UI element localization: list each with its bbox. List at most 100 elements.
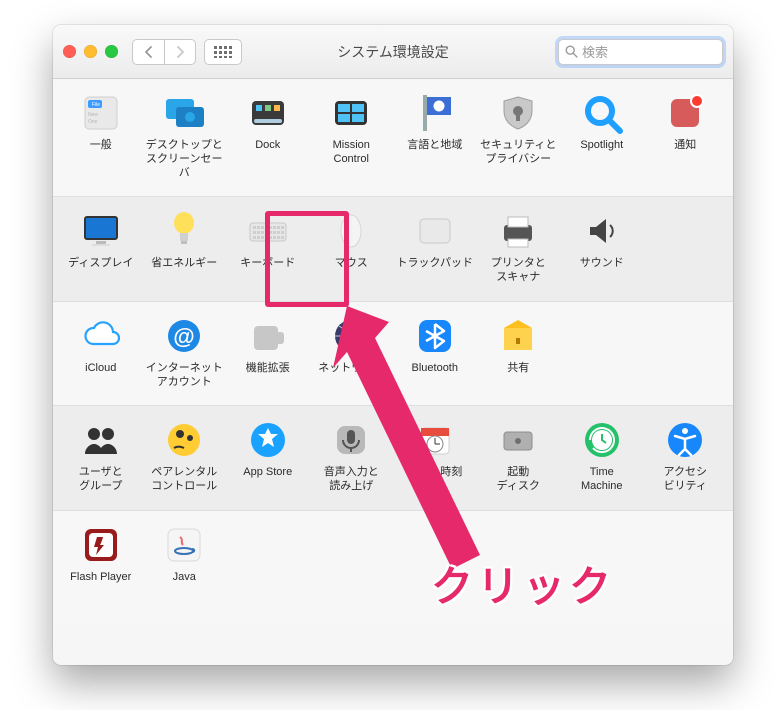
pref-label: 音声入力と 読み上げ [324,466,379,494]
pref-label: iCloud [85,362,116,376]
svg-text:@: @ [174,324,195,349]
pref-java[interactable]: Java [143,523,227,585]
pref-label: セキュリティと プライバシー [480,139,556,167]
pref-label: Java [173,571,196,585]
timemachine-icon [580,418,624,462]
pref-trackpad[interactable]: トラックパッド [393,209,477,285]
pref-label: 起動 ディスク [497,466,540,494]
search-icon [565,45,578,58]
pref-dock[interactable]: Dock [226,91,310,180]
pref-extensions[interactable]: 機能拡張 [226,314,310,390]
pref-internet[interactable]: @ インターネット アカウント [143,314,227,390]
pref-desktop[interactable]: デスクトップと スクリーンセーバ [143,91,227,180]
pref-label: 省エネルギー [151,257,217,271]
keyboard-icon [246,209,290,253]
pref-label: 言語と地域 [407,139,462,153]
annotation-text: クリック [431,553,615,614]
svg-text:One: One [88,119,98,125]
flash-icon [79,523,123,567]
internet-icon: @ [162,314,206,358]
svg-text:New: New [88,112,98,118]
pref-dictation[interactable]: 音声入力と 読み上げ [310,418,394,494]
dictation-icon [329,418,373,462]
pref-flash[interactable]: Flash Player [59,523,143,585]
pref-general[interactable]: File NewOne 一般 [59,91,143,180]
pref-label: App Store [243,466,292,480]
pref-label: インターネット アカウント [146,362,223,390]
pref-printers[interactable]: プリンタと スキャナ [477,209,561,285]
pref-icloud[interactable]: iCloud [59,314,143,390]
bluetooth-icon [413,314,457,358]
pref-language[interactable]: 言語と地域 [393,91,477,180]
back-button[interactable] [132,39,164,65]
show-all-button[interactable] [204,39,242,65]
printers-icon [496,209,540,253]
pref-label: Spotlight [580,139,623,153]
pref-appstore[interactable]: App Store [226,418,310,494]
mission-icon [329,91,373,135]
prefs-row: Flash Player Java [53,510,733,625]
pref-label: アクセシ ビリティ [664,466,707,494]
java-icon [162,523,206,567]
startup-icon [496,418,540,462]
pref-energy[interactable]: 省エネルギー [143,209,227,285]
security-icon [496,91,540,135]
dock-icon [246,91,290,135]
prefs-row: iCloud @ インターネット アカウント 機能拡張 ネットワーク Bluetooth共… [53,301,733,406]
pref-notifications[interactable]: 通知 [644,91,728,180]
pref-startup[interactable]: 起動 ディスク [477,418,561,494]
pref-label: デスクトップと スクリーンセーバ [145,139,223,180]
trackpad-icon [413,209,457,253]
window-controls [63,45,118,58]
prefs-row: ユーザと グループペアレンタル コントロール App Store 音声入力と 読み上… [53,405,733,510]
forward-button[interactable] [164,39,196,65]
sound-icon [580,209,624,253]
users-icon [79,418,123,462]
desktop-icon [162,91,206,135]
pref-sharing[interactable]: 共有 [477,314,561,390]
pref-spotlight[interactable]: Spotlight [560,91,644,180]
pref-parental[interactable]: ペアレンタル コントロール [143,418,227,494]
search-field[interactable]: 検索 [558,39,723,65]
pref-sound[interactable]: サウンド [560,209,644,285]
pref-timemachine[interactable]: Time Machine [560,418,644,494]
minimize-button[interactable] [84,45,97,58]
extensions-icon [246,314,290,358]
pref-displays[interactable]: ディスプレイ [59,209,143,285]
pref-label: 機能拡張 [246,362,290,376]
pref-mission[interactable]: Mission Control [310,91,394,180]
nav-buttons [132,39,196,65]
pref-accessibility[interactable]: アクセシ ビリティ [644,418,728,494]
prefs-row: File NewOne 一般 デスクトップと スクリーンセーバ Dock Mission … [53,79,733,196]
zoom-button[interactable] [105,45,118,58]
pref-label: サウンド [580,257,624,271]
appstore-icon [246,418,290,462]
pref-bluetooth[interactable]: Bluetooth [393,314,477,390]
pref-label: 通知 [674,139,696,153]
pref-network[interactable]: ネットワーク [310,314,394,390]
pref-label: ディスプレイ [68,257,133,271]
pref-label: Dock [255,139,280,153]
icloud-icon [79,314,123,358]
pref-label: ネットワーク [318,362,384,376]
pref-label: Flash Player [70,571,131,585]
close-button[interactable] [63,45,76,58]
pref-security[interactable]: セキュリティと プライバシー [477,91,561,180]
prefs-row: ディスプレイ 省エネルギー キーボード マウス トラックパッドプリンタと スキャナ サウン… [53,196,733,301]
pref-label: キーボード [240,257,295,271]
search-placeholder: 検索 [582,42,608,61]
pref-label: ペアレンタル コントロール [151,466,217,494]
pref-users[interactable]: ユーザと グループ [59,418,143,494]
pref-mouse[interactable]: マウス [310,209,394,285]
language-icon [413,91,457,135]
pref-label: 一般 [90,139,112,153]
pref-datetime[interactable]: 日付と時刻 [393,418,477,494]
svg-text:File: File [92,102,100,108]
pref-label: プリンタと スキャナ [491,257,546,285]
titlebar: システム環境設定 検索 [53,25,733,79]
pref-label: ユーザと グループ [79,466,123,494]
spotlight-icon [580,91,624,135]
pref-label: マウス [335,257,368,271]
pref-keyboard[interactable]: キーボード [226,209,310,285]
energy-icon [162,209,206,253]
